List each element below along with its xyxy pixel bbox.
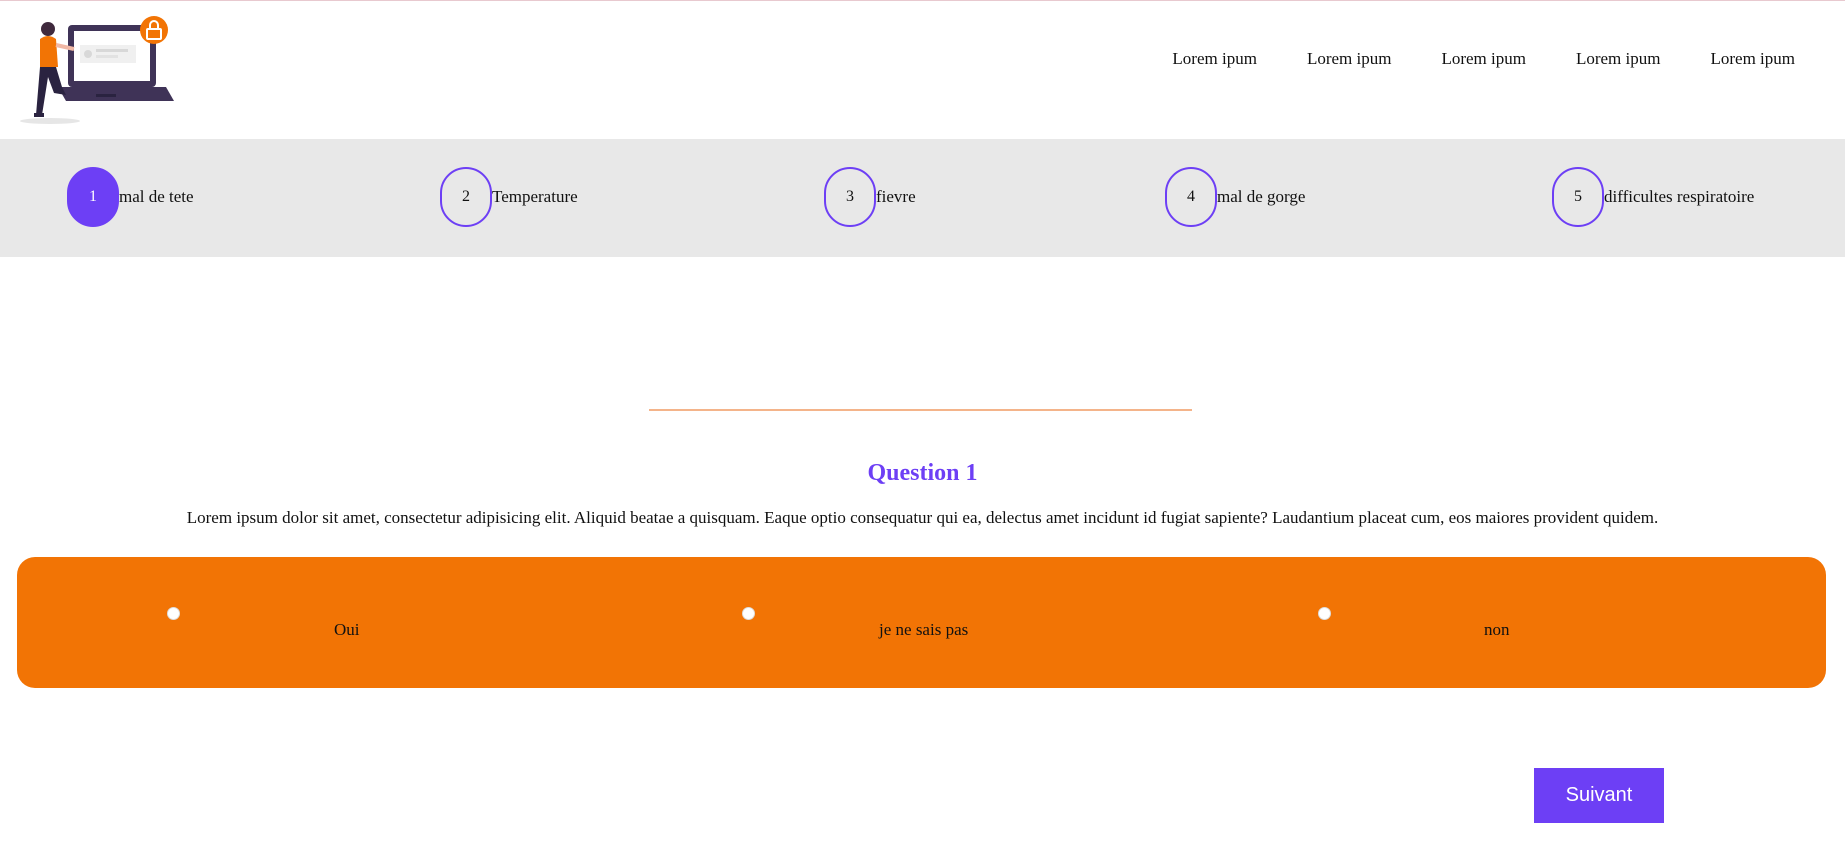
radio-non[interactable] xyxy=(1318,607,1331,620)
step-2[interactable]: 2 Temperature xyxy=(440,167,578,227)
step-3[interactable]: 3 fievre xyxy=(824,167,916,227)
answer-option-je-ne-sais-pas[interactable]: je ne sais pas xyxy=(620,557,1223,688)
nav-link-3[interactable]: Lorem ipum xyxy=(1441,49,1526,69)
step-label: fievre xyxy=(876,187,916,206)
answer-label: Oui xyxy=(334,620,360,639)
step-1[interactable]: 1 mal de tete xyxy=(67,167,194,227)
step-label: mal de tete xyxy=(119,187,194,206)
question-text: Lorem ipsum dolor sit amet, consectetur … xyxy=(186,508,1659,527)
answer-option-oui[interactable]: Oui xyxy=(17,557,620,688)
step-5[interactable]: 5 difficultes respiratoire xyxy=(1552,167,1754,227)
person-laptop-lock-icon xyxy=(20,16,174,124)
step-label: difficultes respiratoire xyxy=(1604,187,1755,206)
site-header: Lorem ipum Lorem ipum Lorem ipum Lorem i… xyxy=(0,1,1845,139)
answer-panel: Oui je ne sais pas non xyxy=(17,557,1826,688)
step-number: 1 xyxy=(67,167,119,227)
nav-link-4[interactable]: Lorem ipum xyxy=(1576,49,1661,69)
question-title: Question 1 xyxy=(867,460,978,486)
next-button[interactable]: Suivant xyxy=(1534,768,1664,823)
step-label: mal de gorge xyxy=(1217,187,1306,206)
answer-label: non xyxy=(1484,620,1510,639)
nav-link-2[interactable]: Lorem ipum xyxy=(1307,49,1392,69)
nav-link-1[interactable]: Lorem ipum xyxy=(1172,49,1257,69)
answer-option-non[interactable]: non xyxy=(1223,557,1826,688)
step-number: 3 xyxy=(824,167,876,227)
step-label: Temperature xyxy=(492,187,578,206)
radio-oui[interactable] xyxy=(167,607,180,620)
logo-illustration[interactable] xyxy=(18,15,178,127)
section-divider xyxy=(649,409,1192,411)
nav-link-5[interactable]: Lorem ipum xyxy=(1710,49,1795,69)
step-number: 2 xyxy=(440,167,492,227)
progress-stepper: 1 mal de tete 2 Temperature 3 fievre 4 m… xyxy=(0,139,1845,257)
step-number: 4 xyxy=(1165,167,1217,227)
step-4[interactable]: 4 mal de gorge xyxy=(1165,167,1305,227)
main-nav: Lorem ipum Lorem ipum Lorem ipum Lorem i… xyxy=(1172,49,1795,69)
answer-label: je ne sais pas xyxy=(879,620,969,639)
radio-je-ne-sais-pas[interactable] xyxy=(742,607,755,620)
step-number: 5 xyxy=(1552,167,1604,227)
